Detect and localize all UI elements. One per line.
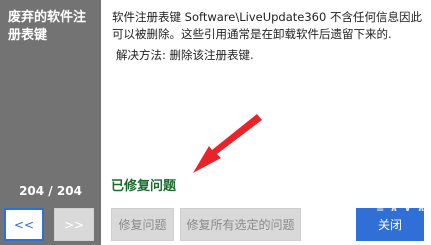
fix-all-selected-button[interactable]: 修复所有选定的问题	[180, 208, 301, 241]
watermark-logo: ≡ ∧ ∨ ∧	[376, 203, 427, 214]
fix-issue-button[interactable]: 修复问题	[111, 208, 174, 241]
